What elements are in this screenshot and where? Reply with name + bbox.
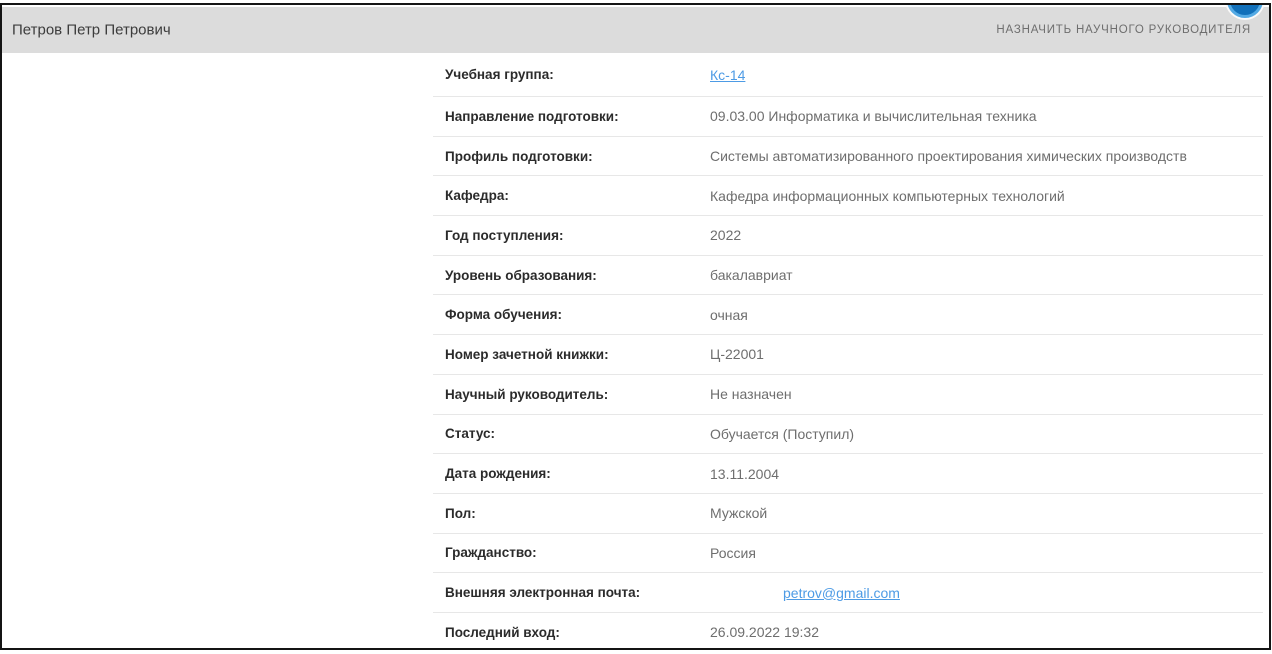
table-row: Год поступления:2022	[433, 216, 1263, 256]
field-label: Форма обучения:	[433, 307, 710, 322]
window-frame: Петров Петр Петрович НАЗНАЧИТЬ НАУЧНОГО …	[0, 3, 1271, 650]
table-row: Научный руководитель:Не назначен	[433, 375, 1263, 415]
field-value: Не назначен	[710, 386, 1263, 402]
field-value: бакалавриат	[710, 267, 1263, 283]
field-label: Год поступления:	[433, 228, 710, 243]
table-row: Профиль подготовки:Системы автоматизиров…	[433, 137, 1263, 177]
field-label: Кафедра:	[433, 188, 710, 203]
profile-table: Учебная группа:Кс-14Направление подготов…	[433, 53, 1263, 650]
field-value: petrov@gmail.com	[710, 585, 1263, 601]
field-label: Профиль подготовки:	[433, 149, 710, 164]
field-value: Мужской	[710, 505, 1263, 521]
table-row: Учебная группа:Кс-14	[433, 53, 1263, 97]
field-label: Научный руководитель:	[433, 387, 710, 402]
field-value: Кафедра информационных компьютерных техн…	[710, 188, 1263, 204]
table-row: Направление подготовки:09.03.00 Информат…	[433, 97, 1263, 137]
field-value: 2022	[710, 227, 1263, 243]
field-value: Кс-14	[710, 67, 1263, 83]
table-row: Кафедра:Кафедра информационных компьютер…	[433, 176, 1263, 216]
field-label: Внешняя электронная почта:	[433, 585, 710, 600]
table-row: Уровень образования:бакалавриат	[433, 256, 1263, 296]
field-value: Россия	[710, 545, 1263, 561]
field-label: Гражданство:	[433, 545, 710, 560]
field-label: Статус:	[433, 426, 710, 441]
field-label: Направление подготовки:	[433, 109, 710, 124]
field-value: 13.11.2004	[710, 466, 1263, 482]
page-title: Петров Петр Петрович	[12, 22, 171, 39]
field-label: Учебная группа:	[433, 67, 710, 82]
table-row: Статус:Обучается (Поступил)	[433, 415, 1263, 455]
field-label: Последний вход:	[433, 625, 710, 640]
page-header: Петров Петр Петрович НАЗНАЧИТЬ НАУЧНОГО …	[2, 7, 1269, 53]
table-row: Номер зачетной книжки:Ц-22001	[433, 335, 1263, 375]
study-group-link[interactable]: Кс-14	[710, 67, 745, 83]
assign-supervisor-button[interactable]: НАЗНАЧИТЬ НАУЧНОГО РУКОВОДИТЕЛЯ	[994, 20, 1253, 40]
field-label: Номер зачетной книжки:	[433, 347, 710, 362]
field-label: Пол:	[433, 506, 710, 521]
field-value: 26.09.2022 19:32	[710, 624, 1263, 640]
table-row: Внешняя электронная почта: petrov@gmail.c…	[433, 573, 1263, 613]
circle-action-icon[interactable]	[1227, 3, 1263, 18]
field-label: Дата рождения:	[433, 466, 710, 481]
field-value: очная	[710, 307, 1263, 323]
field-value: 09.03.00 Информатика и вычислительная те…	[710, 108, 1263, 124]
table-row: Дата рождения:13.11.2004	[433, 454, 1263, 494]
table-row: Гражданство:Россия	[433, 534, 1263, 574]
field-value: Обучается (Поступил)	[710, 426, 1263, 442]
table-row: Пол:Мужской	[433, 494, 1263, 534]
table-row: Форма обучения:очная	[433, 295, 1263, 335]
field-value: Системы автоматизированного проектирован…	[710, 148, 1263, 164]
field-value: Ц-22001	[710, 346, 1263, 362]
table-row: Последний вход:26.09.2022 19:32	[433, 613, 1263, 650]
field-label: Уровень образования:	[433, 268, 710, 283]
email-link[interactable]: petrov@gmail.com	[783, 585, 900, 601]
